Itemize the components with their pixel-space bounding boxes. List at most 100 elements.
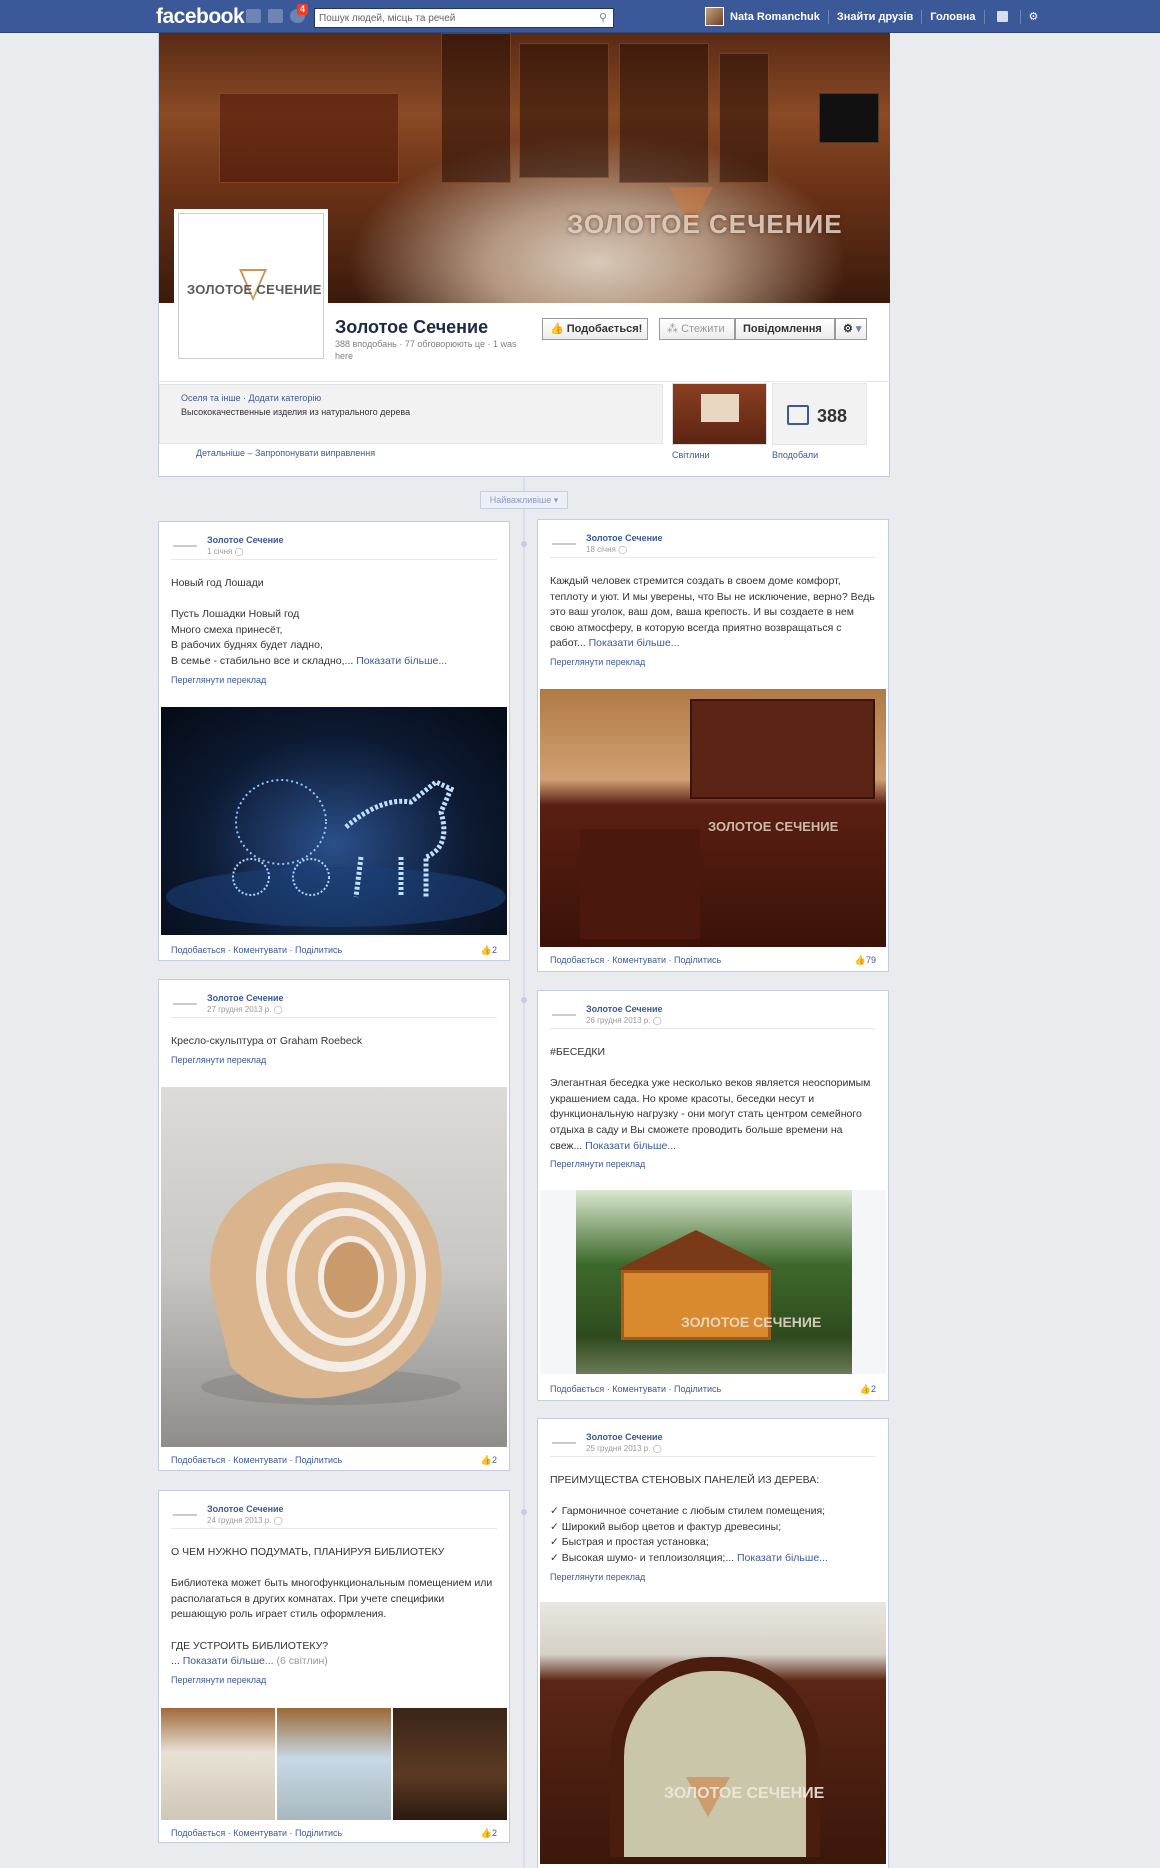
like-count[interactable]: 👍79 [855,955,876,966]
likes-count: 388 [817,406,848,426]
like-count[interactable]: 👍2 [481,1828,497,1839]
post-text-body: О ЧЕМ НУЖНО ПОДУМАТЬ, ПЛАНИРУЯ БИБЛИОТЕК… [171,1546,493,1668]
post-avatar[interactable] [173,537,197,547]
show-more-link[interactable]: Показати більше... [585,1140,676,1152]
post-text-body: Новый год Лошади Пусть Лошадки Новый год… [171,577,354,667]
like-page-label: Подобається! [566,323,643,335]
post-header: Золотое Сечение 25 грудня 2013 р. ◯ [550,1419,876,1457]
settings-gear-icon[interactable]: ⚙ [1029,10,1039,23]
post-date[interactable]: 25 грудня 2013 р. ◯ [586,1444,662,1453]
facebook-logo[interactable]: facebook [156,5,245,29]
photos-thumbnail[interactable] [672,383,767,445]
divider [921,9,923,24]
kitchen-cabinet [690,699,875,799]
translate-link[interactable]: Переглянути переклад [550,657,876,667]
post-date-text: 26 грудня 2013 р. [586,1016,651,1025]
post-actions[interactable]: Подобається · Коментувати · Поділитись [171,1455,342,1465]
translate-link[interactable]: Переглянути переклад [171,1055,497,1065]
page-options-gear-icon[interactable]: ⚙ ▾ [835,318,867,340]
post-author[interactable]: Золотое Сечение [207,535,284,545]
message-button[interactable]: Повідомлення [735,318,835,340]
post-footer: Подобається · Коментувати · Поділитись 👍… [171,1455,497,1465]
post-author[interactable]: Золотое Сечение [586,1432,663,1442]
post-avatar[interactable] [173,995,197,1005]
gallery-photo[interactable] [393,1708,507,1820]
chevron-down-icon: ▾ [855,323,862,335]
post-image-carriage[interactable] [161,707,507,935]
thumbs-up-icon: 👍 [480,945,492,955]
gallery-photo[interactable] [277,1708,391,1820]
chevron-down-icon: ▾ [553,495,559,505]
show-more-link[interactable]: Показати більше... [183,1655,274,1667]
gallery-photo[interactable] [161,1708,275,1820]
profile-logo-text: ЗОЛОТОЕ СЕЧЕНИЕ [187,282,322,297]
cover-cabinet [719,53,769,183]
user-name-link[interactable]: Nata Romanchuk [730,11,820,23]
timeline-post: Золотое Сечение 25 грудня 2013 р. ◯ ПРЕИ… [537,1418,889,1868]
likes-box[interactable]: 388 [772,383,867,445]
page-title[interactable]: Золотое Сечение [335,317,488,338]
timeline-post: Золотое Сечение 24 грудня 2013 р. ◯ О ЧЕ… [158,1490,510,1843]
post-date-text: 24 грудня 2013 р. [207,1516,272,1525]
post-avatar[interactable] [552,535,576,545]
find-friends-link[interactable]: Знайти друзів [837,11,913,23]
image-watermark: ЗОЛОТОЕ СЕЧЕНИЕ [664,1785,825,1802]
show-more-link[interactable]: Показати більше... [589,637,680,649]
post-image-kitchen[interactable]: ЗОЛОТОЕ СЕЧЕНИЕ [540,689,886,947]
post-author[interactable]: Золотое Сечение [586,533,663,543]
home-link[interactable]: Головна [930,11,975,23]
like-count-value: 2 [491,1455,497,1465]
post-avatar[interactable] [552,1434,576,1444]
globe-icon: ◯ [234,547,244,556]
photos-label[interactable]: Світлини [672,450,709,460]
post-image-gazebo[interactable]: ЗОЛОТОЕ СЕЧЕНИЕ [540,1190,886,1374]
show-more-link[interactable]: Показати більше... [737,1552,828,1564]
post-date[interactable]: 27 грудня 2013 р. ◯ [207,1005,283,1014]
post-date[interactable]: 18 січня ◯ [586,545,627,554]
translate-link[interactable]: Переглянути переклад [171,675,497,685]
post-date[interactable]: 26 грудня 2013 р. ◯ [586,1016,662,1025]
top-bar-right: Nata Romanchuk Знайти друзів Головна ⚙ [705,0,1038,33]
post-avatar[interactable] [173,1506,197,1516]
category-link[interactable]: Оселя та інше · Додати категорію [181,393,321,403]
post-avatar[interactable] [552,1006,576,1016]
post-text: #БЕСЕДКИ Элегантная беседка уже нескольк… [550,1045,876,1154]
profile-picture[interactable]: ЗОЛОТОЕ СЕЧЕНИЕ [178,213,324,359]
like-page-button[interactable]: 👍 Подобається! [542,318,648,340]
post-author[interactable]: Золотое Сечение [586,1004,663,1014]
privacy-shortcuts-icon[interactable] [996,11,1008,22]
like-count[interactable]: 👍2 [481,945,497,956]
post-actions[interactable]: Подобається · Коментувати · Поділитись [171,1828,342,1838]
gazebo-roof [616,1230,776,1270]
like-count[interactable]: 👍2 [860,1384,876,1395]
panel-arch [610,1657,820,1857]
show-more-link[interactable]: Показати більше... [356,655,447,667]
search-icon[interactable]: ⚲ [595,11,611,25]
timeline-post: Золотое Сечение 1 січня ◯ Новый год Лоша… [158,521,510,961]
post-actions[interactable]: Подобається · Коментувати · Поділитись [550,955,721,965]
post-author[interactable]: Золотое Сечение [207,993,284,1003]
post-image-wall-panels[interactable]: ЗОЛОТОЕ СЕЧЕНИЕ [540,1602,886,1864]
translate-link[interactable]: Переглянути переклад [550,1159,876,1169]
post-footer: Подобається · Коментувати · Поділитись 👍… [550,1384,876,1394]
details-link[interactable]: Детальніше – Запропонувати виправлення [196,448,375,458]
post-header: Золотое Сечение 27 грудня 2013 р. ◯ [171,980,497,1018]
post-actions[interactable]: Подобається · Коментувати · Поділитись [171,945,342,955]
avatar[interactable] [705,7,724,26]
post-date-text: 1 січня [207,547,233,556]
messages-icon[interactable] [268,9,283,23]
translate-link[interactable]: Переглянути переклад [171,1675,497,1685]
post-date[interactable]: 1 січня ◯ [207,547,244,556]
post-author[interactable]: Золотое Сечение [207,1504,284,1514]
post-date-text: 25 грудня 2013 р. [586,1444,651,1453]
search-input[interactable] [315,9,585,27]
translate-link[interactable]: Переглянути переклад [550,1572,876,1582]
likes-label[interactable]: Вподобали [772,450,818,460]
post-date[interactable]: 24 грудня 2013 р. ◯ [207,1516,283,1525]
post-actions[interactable]: Подобається · Коментувати · Поділитись [550,1384,721,1394]
like-count[interactable]: 👍2 [481,1455,497,1466]
follow-button[interactable]: ⁂ Стежити [659,318,735,340]
highlights-dropdown[interactable]: Найважливіше ▾ [480,491,568,509]
friend-requests-icon[interactable] [246,9,261,23]
post-image-sculpture-chair[interactable] [161,1087,507,1447]
